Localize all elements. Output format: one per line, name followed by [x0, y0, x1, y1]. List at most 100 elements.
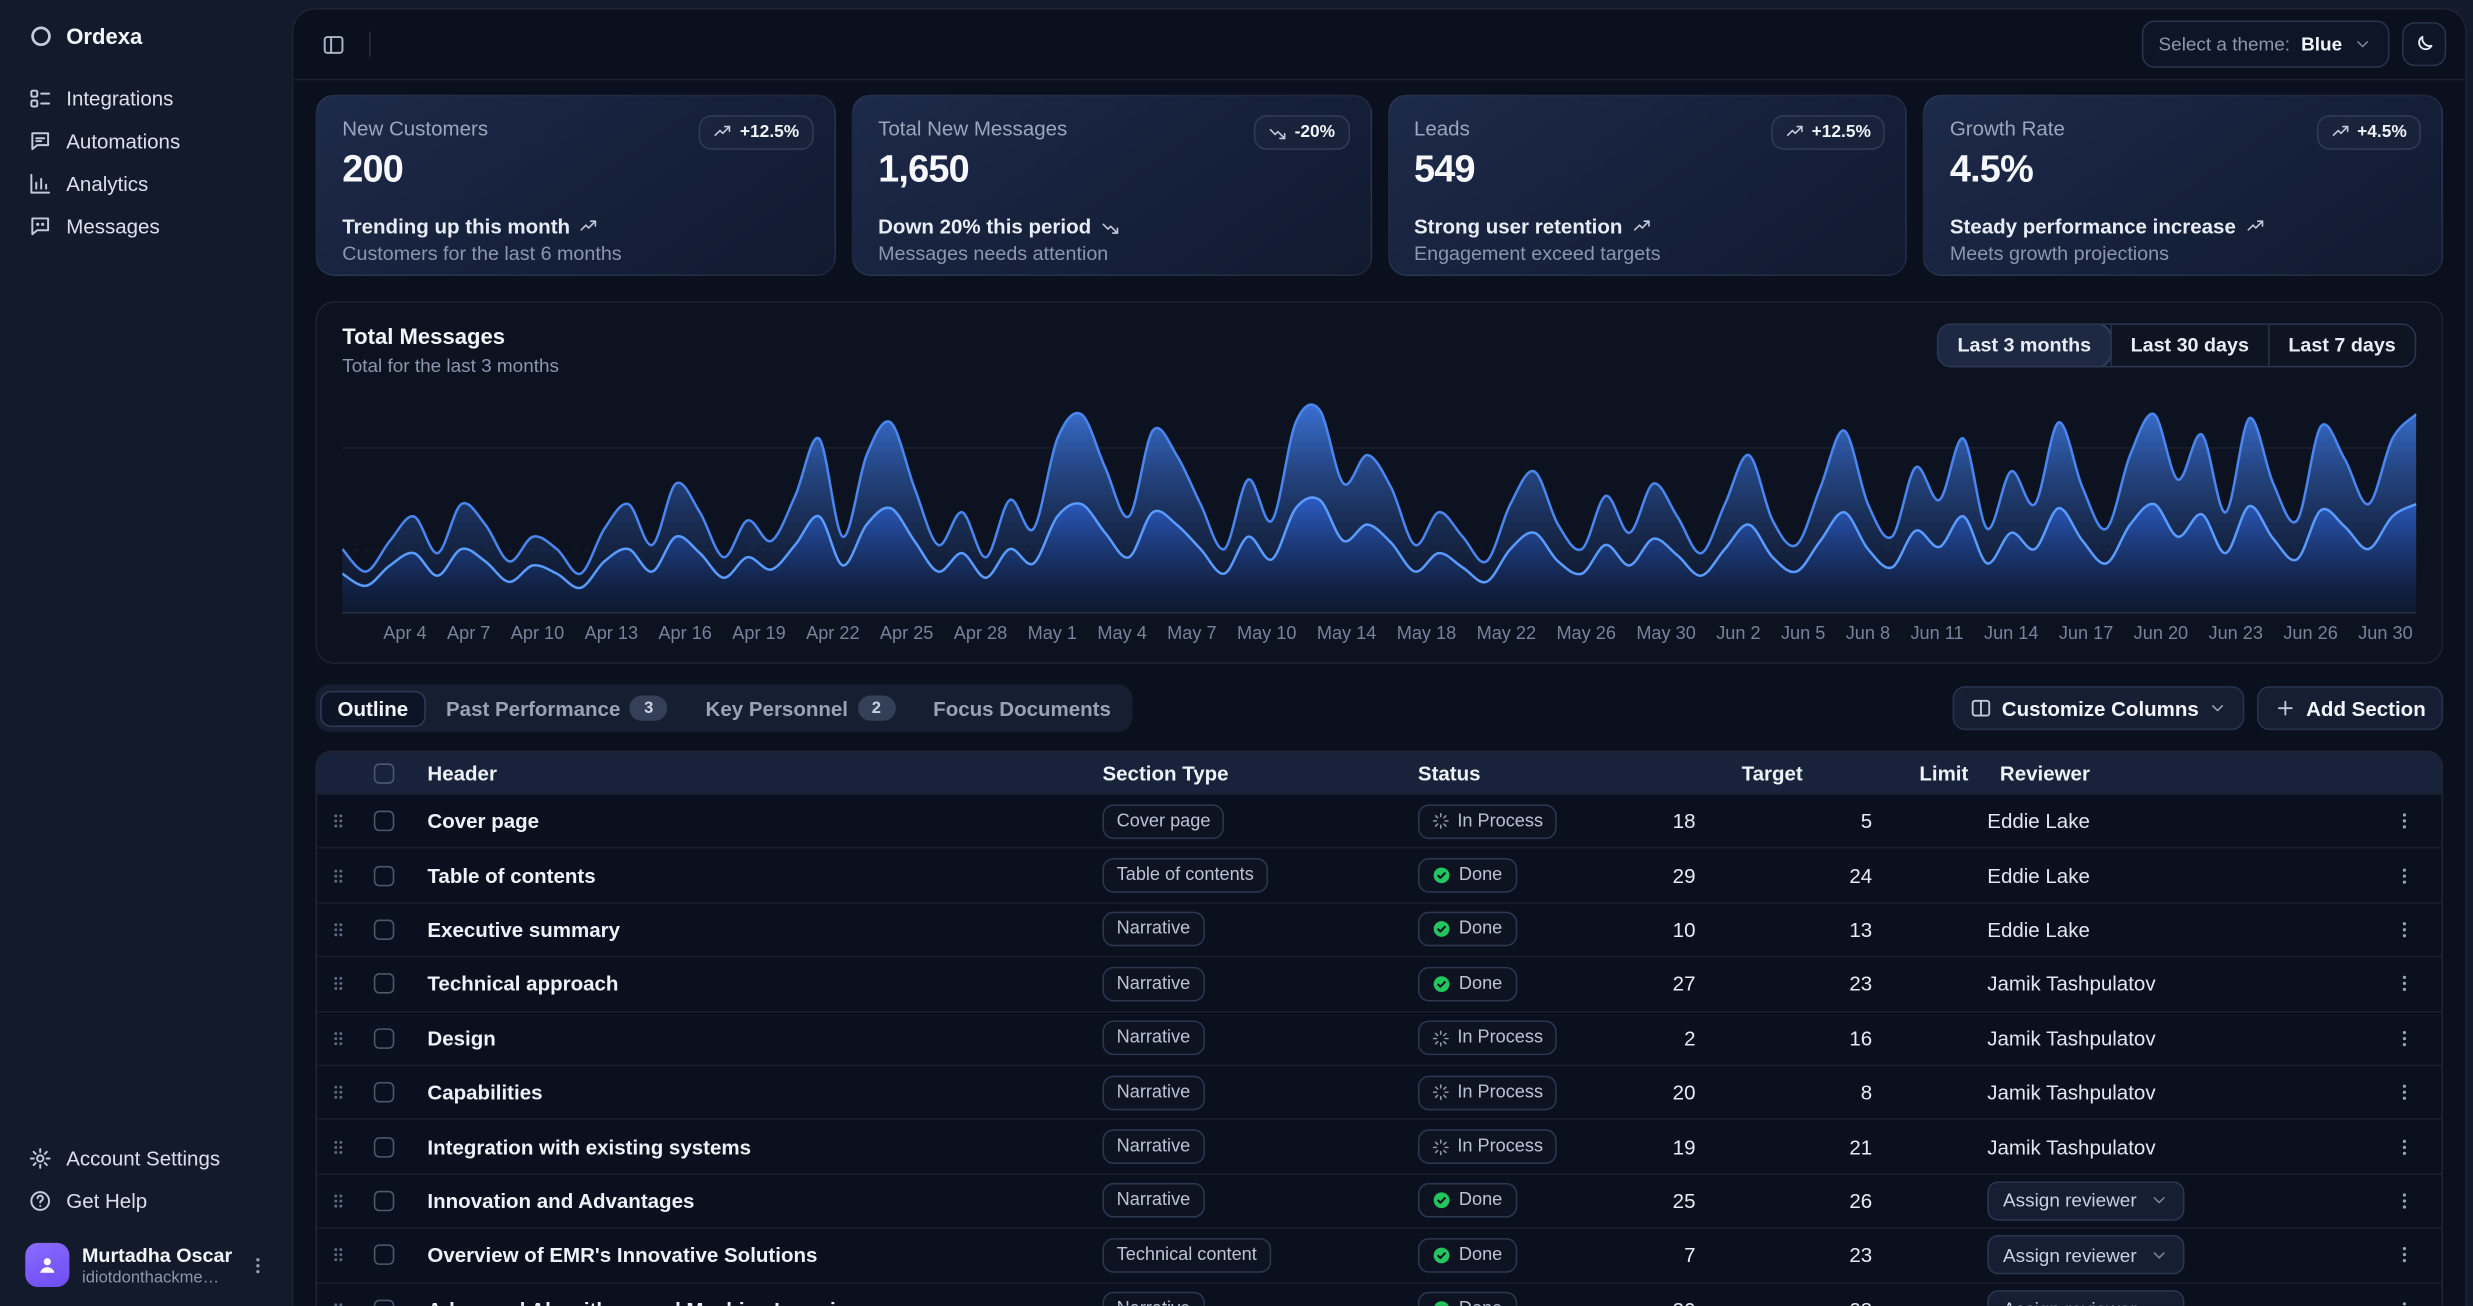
- assign-reviewer-select[interactable]: Assign reviewer: [1987, 1181, 2184, 1220]
- user-menu[interactable]: Murtadha Oscar idiotdonthackme@gmail.com: [16, 1237, 278, 1294]
- drag-handle-icon[interactable]: [330, 1028, 347, 1049]
- drag-handle-icon[interactable]: [330, 865, 347, 886]
- drag-handle-icon[interactable]: [330, 1136, 347, 1157]
- status-badge: Done: [1418, 1184, 1517, 1219]
- limit-value[interactable]: 24: [1849, 864, 1987, 888]
- target-value[interactable]: 20: [1673, 1081, 1838, 1105]
- row-header-link[interactable]: Overview of EMR's Innovative Solutions: [427, 1243, 817, 1267]
- column-header-status: Status: [1418, 761, 1481, 785]
- limit-value[interactable]: 21: [1849, 1135, 1987, 1159]
- row-menu-button[interactable]: [2393, 1245, 2414, 1266]
- drag-handle-icon[interactable]: [330, 1082, 347, 1103]
- row-header-link[interactable]: Cover page: [427, 809, 539, 833]
- limit-value[interactable]: 8: [1861, 1081, 1988, 1105]
- limit-value[interactable]: 13: [1849, 918, 1987, 942]
- tab-key-personnel[interactable]: Key Personnel2: [688, 689, 912, 727]
- reviewer-name: Eddie Lake: [1987, 864, 2090, 888]
- range-button-last-30-days[interactable]: Last 30 days: [2110, 325, 2268, 366]
- target-value[interactable]: 18: [1673, 809, 1838, 833]
- x-tick: Jun 26: [2283, 625, 2337, 644]
- row-checkbox[interactable]: [374, 1245, 395, 1266]
- row-menu-button[interactable]: [2393, 1136, 2414, 1157]
- brand-row[interactable]: Ordexa: [16, 16, 278, 57]
- sidebar-nav: Integrations Automations Analytics Messages: [16, 79, 278, 246]
- x-tick: May 7: [1167, 625, 1216, 644]
- target-value[interactable]: 2: [1684, 1026, 1837, 1050]
- assign-reviewer-select[interactable]: Assign reviewer: [1987, 1235, 2184, 1274]
- chevron-down-icon: [2208, 699, 2227, 718]
- drag-handle-icon[interactable]: [330, 811, 347, 832]
- tab-focus-documents[interactable]: Focus Documents: [916, 690, 1128, 726]
- tab-past-performance[interactable]: Past Performance3: [429, 689, 685, 727]
- row-menu-button[interactable]: [2393, 919, 2414, 940]
- drag-handle-icon[interactable]: [330, 919, 347, 940]
- row-menu-button[interactable]: [2393, 865, 2414, 886]
- row-checkbox[interactable]: [374, 1028, 395, 1049]
- row-checkbox[interactable]: [374, 919, 395, 940]
- row-checkbox[interactable]: [374, 811, 395, 832]
- row-menu-button[interactable]: [2393, 1028, 2414, 1049]
- range-button-last-7-days[interactable]: Last 7 days: [2268, 325, 2415, 366]
- assign-reviewer-select[interactable]: Assign reviewer: [1987, 1290, 2184, 1306]
- table-row: Integration with existing systemsNarrati…: [317, 1119, 2441, 1173]
- stat-card-new-customers: New Customers200+12.5%Trending up this m…: [315, 95, 835, 276]
- row-checkbox[interactable]: [374, 1082, 395, 1103]
- row-checkbox[interactable]: [374, 865, 395, 886]
- row-menu-button[interactable]: [2393, 1191, 2414, 1212]
- time-range-toggle: Last 3 monthsLast 30 daysLast 7 days: [1937, 323, 2416, 367]
- limit-value[interactable]: 23: [1849, 1243, 1987, 1267]
- row-menu-button[interactable]: [2393, 974, 2414, 995]
- select-all-checkbox[interactable]: [374, 763, 395, 784]
- sections-table: HeaderSection TypeStatusTargetLimitRevie…: [315, 751, 2443, 1306]
- limit-value[interactable]: 5: [1861, 809, 1988, 833]
- row-checkbox[interactable]: [374, 1191, 395, 1212]
- sidebar-item-analytics[interactable]: Analytics: [16, 164, 278, 203]
- limit-value[interactable]: 23: [1849, 972, 1987, 996]
- dark-mode-toggle-button[interactable]: [2402, 22, 2446, 66]
- row-header-link[interactable]: Design: [427, 1026, 495, 1050]
- target-value[interactable]: 10: [1673, 918, 1838, 942]
- x-tick: Apr 4: [383, 625, 426, 644]
- target-value[interactable]: 19: [1673, 1135, 1838, 1159]
- row-header-link[interactable]: Capabilities: [427, 1081, 542, 1105]
- target-value[interactable]: 7: [1684, 1243, 1837, 1267]
- row-menu-button[interactable]: [2393, 1082, 2414, 1103]
- target-value[interactable]: 25: [1673, 1189, 1838, 1213]
- tab-outline[interactable]: Outline: [320, 690, 425, 726]
- user-more-icon[interactable]: [248, 1255, 269, 1276]
- row-header-link[interactable]: Innovation and Advantages: [427, 1189, 694, 1213]
- row-header-link[interactable]: Integration with existing systems: [427, 1135, 751, 1159]
- limit-value[interactable]: 16: [1849, 1026, 1987, 1050]
- x-tick: May 18: [1397, 625, 1456, 644]
- sidebar-toggle-button[interactable]: [312, 24, 353, 65]
- customize-columns-button[interactable]: Customize Columns: [1953, 686, 2245, 730]
- drag-handle-icon[interactable]: [330, 1191, 347, 1212]
- sidebar-item-messages[interactable]: Messages: [16, 207, 278, 246]
- sidebar-item-label: Automations: [66, 129, 180, 153]
- status-badge: In Process: [1418, 1075, 1557, 1110]
- limit-value[interactable]: 26: [1849, 1189, 1987, 1213]
- theme-select[interactable]: Select a theme: Blue: [2141, 21, 2389, 68]
- sidebar-item-account-settings[interactable]: Account Settings: [16, 1139, 278, 1178]
- stat-card-value: 549: [1414, 148, 1880, 192]
- row-checkbox[interactable]: [374, 974, 395, 995]
- row-header-link[interactable]: Executive summary: [427, 918, 620, 942]
- sidebar-item-automations[interactable]: Automations: [16, 121, 278, 160]
- stat-card-growth-rate: Growth Rate4.5%+4.5%Steady performance i…: [1923, 95, 2443, 276]
- target-value[interactable]: 29: [1673, 864, 1838, 888]
- sidebar-item-get-help[interactable]: Get Help: [16, 1181, 278, 1220]
- trending-down-icon: [1268, 123, 1287, 142]
- reviewer-name: Jamik Tashpulatov: [1987, 972, 2155, 996]
- row-checkbox[interactable]: [374, 1136, 395, 1157]
- trend-badge: +4.5%: [2316, 115, 2421, 150]
- row-header-link[interactable]: Technical approach: [427, 972, 618, 996]
- add-section-button[interactable]: Add Section: [2257, 686, 2443, 730]
- sidebar-item-integrations[interactable]: Integrations: [16, 79, 278, 118]
- drag-handle-icon[interactable]: [330, 1245, 347, 1266]
- range-button-last-3-months[interactable]: Last 3 months: [1939, 325, 2111, 366]
- row-menu-button[interactable]: [2393, 811, 2414, 832]
- row-header-link[interactable]: Table of contents: [427, 864, 595, 888]
- x-tick: May 4: [1097, 625, 1146, 644]
- target-value[interactable]: 27: [1673, 972, 1838, 996]
- drag-handle-icon[interactable]: [330, 974, 347, 995]
